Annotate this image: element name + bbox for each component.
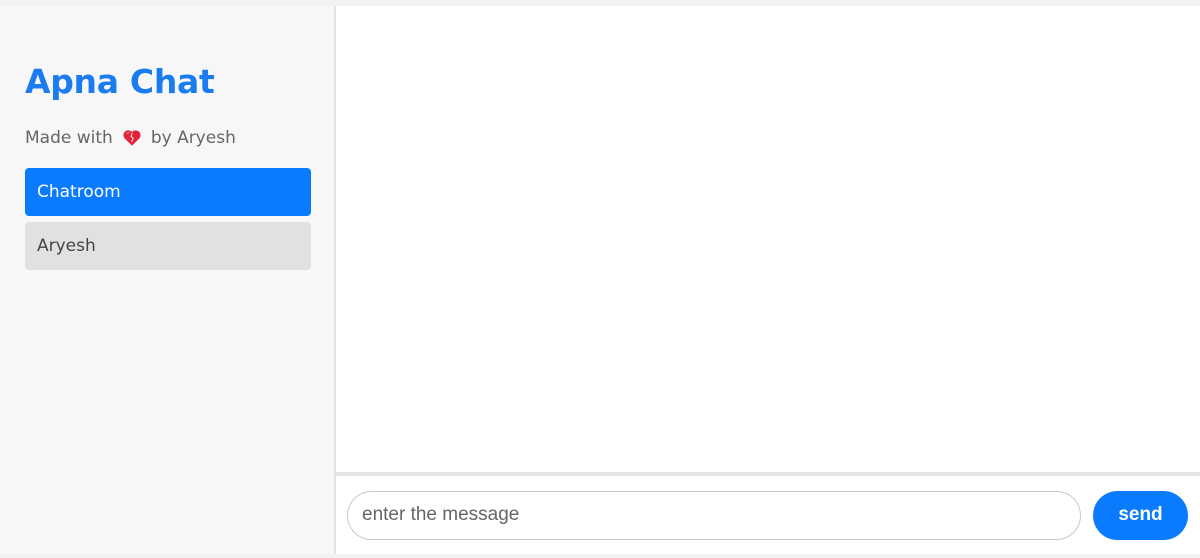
room-item-label: Aryesh [37,236,96,256]
sidebar: Apna Chat Made with by Aryesh Chatroom A… [0,6,336,554]
send-button[interactable]: send [1093,490,1188,540]
tagline: Made with by Aryesh [25,128,236,148]
room-list: Chatroom Aryesh [25,168,311,270]
chat-app: Apna Chat Made with by Aryesh Chatroom A… [0,6,1200,554]
tagline-suffix: by Aryesh [150,128,236,148]
chat-main: send [336,6,1200,554]
message-area[interactable] [336,6,1200,476]
room-item-aryesh[interactable]: Aryesh [25,222,311,270]
app-title: Apna Chat [25,62,215,101]
room-item-chatroom[interactable]: Chatroom [25,168,311,216]
heart-icon [122,128,142,148]
message-composer: send [336,476,1200,554]
message-input[interactable] [347,490,1081,540]
tagline-prefix: Made with [25,128,113,148]
room-item-label: Chatroom [37,182,121,202]
